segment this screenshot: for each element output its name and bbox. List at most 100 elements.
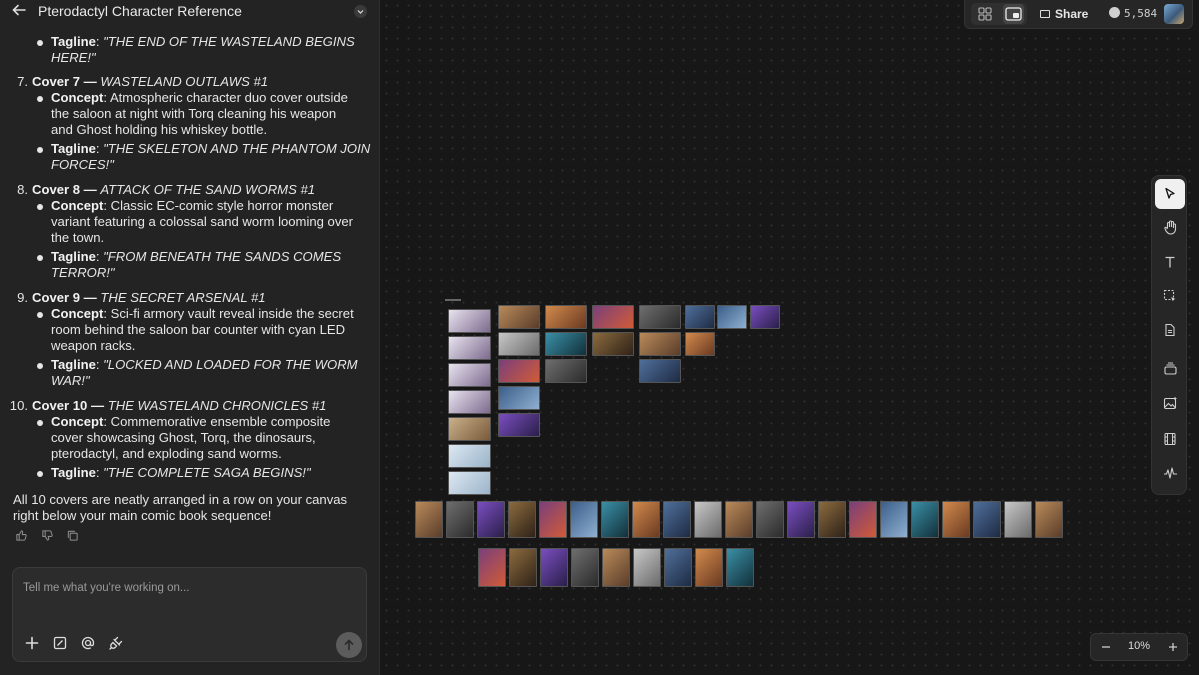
canvas-image-thumbnail[interactable] — [477, 501, 505, 538]
send-button[interactable] — [336, 632, 362, 658]
add-attachment-button[interactable] — [23, 636, 41, 654]
canvas-image-thumbnail[interactable] — [1004, 501, 1032, 538]
grid-icon — [978, 7, 992, 21]
canvas-image-thumbnail[interactable] — [571, 548, 599, 587]
tagline-label: Tagline — [51, 34, 96, 49]
layers-tool[interactable] — [1155, 354, 1185, 384]
canvas-image-thumbnail[interactable] — [539, 501, 567, 538]
closing-text: All 10 covers are neatly arranged in a r… — [13, 492, 368, 524]
canvas-image-thumbnail[interactable] — [545, 332, 587, 356]
document-tool[interactable] — [1155, 315, 1185, 345]
canvas-image-thumbnail[interactable] — [685, 332, 715, 356]
select-tool[interactable] — [1155, 179, 1185, 209]
canvas-image-thumbnail[interactable] — [448, 309, 491, 333]
thumbs-down-button[interactable] — [40, 529, 54, 543]
canvas-image-thumbnail[interactable] — [446, 501, 474, 538]
hand-tool[interactable] — [1155, 213, 1185, 243]
canvas-image-thumbnail[interactable] — [756, 501, 784, 538]
canvas-image-thumbnail[interactable] — [448, 336, 491, 360]
canvas-image-thumbnail[interactable] — [498, 413, 540, 437]
canvas-image-thumbnail[interactable] — [498, 305, 540, 329]
canvas-image-thumbnail[interactable] — [694, 501, 722, 538]
video-tool[interactable] — [1155, 424, 1185, 454]
title-dropdown-button[interactable] — [354, 5, 367, 18]
grid-view-button[interactable] — [977, 6, 993, 22]
edit-mode-button[interactable] — [51, 636, 69, 654]
canvas-image-thumbnail[interactable] — [498, 386, 540, 410]
tagline-line: Tagline: "FROM BENEATH THE SANDS COMES — [51, 249, 342, 264]
canvas-image-thumbnail[interactable] — [942, 501, 970, 538]
marquee-select-tool[interactable] — [1155, 281, 1185, 311]
canvas-image-thumbnail[interactable] — [448, 471, 491, 495]
canvas-image-thumbnail[interactable] — [911, 501, 939, 538]
share-label: Share — [1055, 7, 1089, 21]
concept-line: Concept: Classic EC-comic style horror m… — [51, 198, 334, 213]
canvas-image-thumbnail[interactable] — [632, 501, 660, 538]
canvas-image-thumbnail[interactable] — [880, 501, 908, 538]
canvas-image-thumbnail[interactable] — [415, 501, 443, 538]
canvas-image-thumbnail[interactable] — [448, 417, 491, 441]
canvas-image-thumbnail[interactable] — [664, 548, 692, 587]
mention-button[interactable] — [79, 636, 97, 654]
thumbs-up-button[interactable] — [14, 529, 28, 543]
layers-icon — [1163, 362, 1177, 375]
canvas-image-thumbnail[interactable] — [545, 359, 587, 383]
canvas-image-thumbnail[interactable] — [633, 548, 661, 587]
zoom-level[interactable]: 10% — [1121, 640, 1157, 652]
plugin-button[interactable] — [107, 636, 125, 654]
audio-tool[interactable] — [1155, 459, 1185, 489]
back-button[interactable] — [10, 2, 28, 20]
canvas-image-thumbnail[interactable] — [725, 501, 753, 538]
canvas-image-thumbnail[interactable] — [717, 305, 747, 329]
canvas-image-thumbnail[interactable] — [508, 501, 536, 538]
canvas-image-thumbnail[interactable] — [601, 501, 629, 538]
canvas-image-thumbnail[interactable] — [639, 332, 681, 356]
closing-line: All 10 covers are neatly arranged in a r… — [13, 492, 348, 507]
concept-line: variant featuring a colossal sand worm l… — [51, 214, 354, 229]
frame-view-button[interactable] — [1003, 4, 1024, 24]
canvas-image-thumbnail[interactable] — [448, 444, 491, 468]
canvas-image-thumbnail[interactable] — [592, 305, 634, 329]
canvas-image-thumbnail[interactable] — [726, 548, 754, 587]
canvas-image-thumbnail[interactable] — [639, 359, 681, 383]
group-label — [445, 299, 461, 301]
canvas-image-thumbnail[interactable] — [685, 305, 715, 329]
canvas-image-thumbnail[interactable] — [787, 501, 815, 538]
cover-title: THE SECRET ARSENAL #1 — [100, 290, 266, 305]
canvas-image-thumbnail[interactable] — [570, 501, 598, 538]
canvas-image-thumbnail[interactable] — [509, 548, 537, 587]
cursor-arrow-icon — [1165, 187, 1175, 199]
zoom-out-button[interactable] — [1096, 637, 1116, 657]
canvas-image-thumbnail[interactable] — [663, 501, 691, 538]
message-input[interactable] — [23, 578, 353, 598]
canvas-image-thumbnail[interactable] — [973, 501, 1001, 538]
cover-title: THE WASTELAND CHRONICLES #1 — [107, 398, 327, 413]
text-tool[interactable] — [1155, 247, 1185, 277]
canvas-image-thumbnail[interactable] — [750, 305, 780, 329]
canvas-image-thumbnail[interactable] — [592, 332, 634, 356]
tagline-label: Tagline — [51, 465, 96, 480]
canvas-image-thumbnail[interactable] — [498, 359, 540, 383]
share-button[interactable]: Share — [1040, 4, 1088, 24]
zoom-in-button[interactable] — [1163, 637, 1183, 657]
canvas-image-thumbnail[interactable] — [1035, 501, 1063, 538]
canvas-image-thumbnail[interactable] — [639, 305, 681, 329]
canvas-image-thumbnail[interactable] — [818, 501, 846, 538]
canvas-image-thumbnail[interactable] — [448, 363, 491, 387]
canvas-image-thumbnail[interactable] — [498, 332, 540, 356]
copy-button[interactable] — [65, 529, 79, 543]
film-icon — [1164, 432, 1176, 446]
tagline-line: WAR!" — [51, 373, 90, 388]
credits-counter[interactable]: 5,584 — [1109, 4, 1157, 24]
arrow-up-icon — [344, 639, 354, 651]
canvas-image-thumbnail[interactable] — [602, 548, 630, 587]
canvas-image-thumbnail[interactable] — [478, 548, 506, 587]
canvas-image-thumbnail[interactable] — [540, 548, 568, 587]
user-avatar[interactable] — [1164, 4, 1184, 24]
tagline-line: Tagline: "THE SKELETON AND THE PHANTOM J… — [51, 141, 371, 156]
canvas-image-thumbnail[interactable] — [448, 390, 491, 414]
image-generate-tool[interactable] — [1155, 389, 1185, 419]
canvas-image-thumbnail[interactable] — [849, 501, 877, 538]
canvas-image-thumbnail[interactable] — [545, 305, 587, 329]
canvas-image-thumbnail[interactable] — [695, 548, 723, 587]
